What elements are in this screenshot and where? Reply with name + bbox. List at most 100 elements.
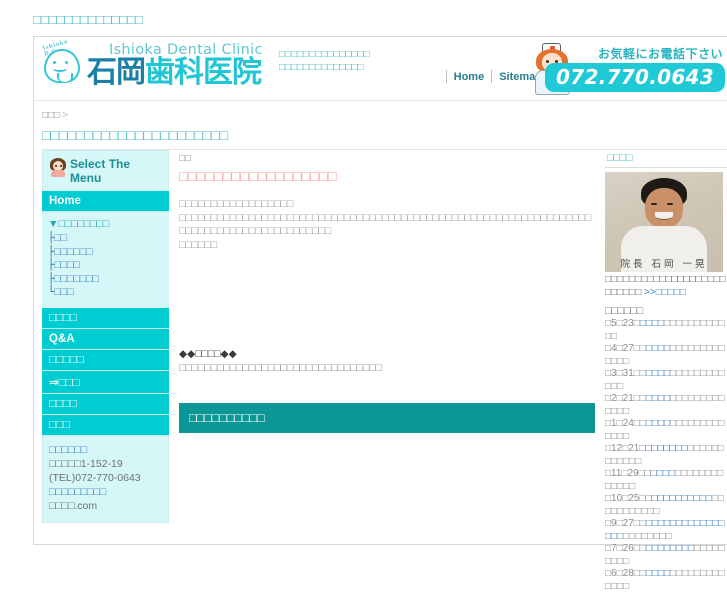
news-link[interactable]: □□□□ (640, 318, 664, 329)
sidebar-item-5[interactable]: □□□ (42, 414, 169, 436)
sidebar-item-0[interactable]: □□□□ (42, 307, 169, 329)
tooth-smile (53, 65, 67, 72)
page-top-title: □□□□□□□□□□□□□□ (33, 12, 143, 27)
news-list: □5□23□□□□□□□□□□□□□□□□□ □4□27□□□□□□□□□□□□… (605, 318, 727, 593)
news-link[interactable]: □□□□ (646, 393, 670, 404)
content-mid-block: ◆◆□□□□◆◆ □□□□□□□□□□□□□□□□□□□□□□□□□□□□□□□… (179, 348, 595, 375)
tooth-eye-left (53, 61, 56, 64)
news-rest: □□□□□□□□□ (617, 530, 672, 542)
content-body-line-2: □□□□□□□□□□□□□□□□□□□□□□□□□□□□□□□□□□□□□□□□… (179, 211, 592, 238)
sidebar-item-4[interactable]: □□□□ (42, 393, 169, 415)
main-content: □□ □□□□□□□□□□□□□□□□□□ □□□□□□□□□□□□□□□□□□… (169, 150, 605, 433)
submenu-item-label: □□□□□□□ (54, 272, 99, 285)
portrait-caption: 院長 石岡 一晃 (620, 259, 708, 270)
news-item[interactable]: □7□26□□□□□□□□□□□□□□□□□□□ (605, 543, 727, 568)
address-site-url: □□□□.com (49, 499, 98, 512)
divider (445, 70, 447, 83)
call-invitation-text: お気軽にお電話下さい (597, 47, 723, 61)
content-body: □□□□□□□□□□□□□□□□□□ □□□□□□□□□□□□□□□□□□□□□… (179, 198, 595, 252)
address-tel: (TEL)072-770-0643 (49, 471, 141, 484)
content-eyebrow: □□ (179, 153, 192, 164)
girl-avatar-icon (49, 157, 67, 177)
section-header-bar: □□□□□□□□□□ (179, 403, 595, 433)
logo-english-name: Ishioka Dental Clinic (109, 41, 263, 58)
site-header: Ishioka D.C. Ishioka Dental Clinic 石岡歯科医… (34, 37, 727, 101)
submenu-header-label: □□□□□□□□ (58, 218, 110, 230)
address-street: □□□□□1-152-19 (49, 457, 123, 470)
breadcrumb-separator: > (62, 110, 68, 121)
news-date: □11□29□□ (605, 468, 651, 479)
content-body-line-1: □□□□□□□□□□□□□□□□□□ (179, 198, 294, 210)
header-nav-links: Home Sitemap (445, 70, 542, 83)
director-portrait-image: 院長 石岡 一晃 (605, 172, 723, 272)
news-link[interactable]: □□□□ (646, 343, 670, 354)
sidebar-item-qa[interactable]: Q&A (42, 328, 169, 350)
sidebar-item-2[interactable]: □□□□□ (42, 349, 169, 371)
clinic-tagline: □□□□□□□□□□□□□□□ □□□□□□□□□□□□□□ (279, 48, 370, 74)
news-link[interactable]: □□□□ (646, 418, 670, 429)
logo-jp-dark: 石岡 (87, 56, 146, 89)
breadcrumb: □□□ > (42, 110, 727, 121)
news-item[interactable]: □10□25□□□□□□□□□□□□□□□□□□□□□□□ (605, 493, 727, 518)
news-item[interactable]: □4□27□□□□□□□□□□□□□□□□□□□ (605, 343, 727, 368)
news-date: □6□28□□ (605, 568, 646, 579)
breadcrumb-home-link[interactable]: □□□ (42, 110, 60, 121)
news-item[interactable]: □6□28□□□□□□□□□□□□□□□□□□□ (605, 568, 727, 593)
address-clinic-name: □□□□□□ (49, 443, 88, 456)
right-sidebar: □□□□ 院長 石岡 一晃 □□□□□□□□□□□□□□□□□□□□□□□□□□… (605, 150, 727, 593)
chevron-down-icon: ▼ (48, 218, 59, 230)
news-link[interactable]: □□□□ (646, 368, 670, 379)
logo-japanese-name: 石岡歯科医院 (87, 58, 263, 88)
submenu-item-1[interactable]: ├□□□□□□ (48, 246, 169, 260)
menu-card-header: Select The Menu (43, 151, 168, 190)
submenu-item-4[interactable]: └□□□ (48, 286, 169, 300)
phone-number-badge[interactable]: 072.770.0643 (545, 63, 725, 92)
tooth-eye-right (65, 61, 68, 64)
director-desc-line-1: □□□□□□□□□□□□□□□□□ (605, 274, 708, 285)
news-section-header: □□□□□□ (605, 305, 644, 317)
news-link[interactable]: □□□□ (651, 468, 675, 479)
submenu-item-2[interactable]: ├□□□□ (48, 259, 169, 273)
site-frame: Ishioka D.C. Ishioka Dental Clinic 石岡歯科医… (33, 36, 727, 592)
news-item[interactable]: □9□27□□□□□□□□□□□□□□□□□□□□□□□□□□ (605, 518, 727, 543)
left-sidebar: Select The Menu Home ▼□□□□□□□□ ├□□ ├□□□□… (34, 150, 169, 523)
submenu-item-label: □□□ (54, 286, 74, 298)
smiling-tooth-logo-icon: Ishioka D.C. (41, 39, 85, 88)
sidebar-item-home[interactable]: Home (42, 191, 169, 212)
director-detail-link[interactable]: □□□□□ (656, 287, 686, 298)
news-item[interactable]: □3□31□□□□□□□□□□□□□□□□□□ (605, 368, 727, 393)
submenu-item-label: □□ (54, 232, 68, 244)
news-link[interactable]: □□□□□□□□□□ (651, 493, 711, 504)
news-item[interactable]: □11□29□□□□□□□□□□□□□□□□□□□ (605, 468, 727, 493)
sidebar-item-3[interactable]: ⇒□□□ (42, 370, 169, 394)
logo-text-block: Ishioka Dental Clinic 石岡歯科医院 (87, 41, 263, 89)
submenu-header: ▼□□□□□□□□ (48, 218, 169, 230)
menu-card: Select The Menu (42, 150, 169, 191)
nurse-eye-left (546, 60, 549, 63)
news-date: □12□21□ (605, 443, 646, 454)
header-link-home[interactable]: Home (454, 71, 485, 83)
news-date: □9□27□□ (605, 518, 646, 529)
sidebar-submenu: ▼□□□□□□□□ ├□□ ├□□□□□□ ├□□□□ ├□□□□□□□ └□□… (42, 212, 169, 308)
news-item[interactable]: □5□23□□□□□□□□□□□□□□□□□ (605, 318, 727, 343)
submenu-item-label: □□□□ (54, 259, 80, 271)
news-date: □5□23□ (605, 318, 640, 329)
content-mid-text: □□□□□□□□□□□□□□□□□□□□□□□□□□□□□□□□ (179, 361, 382, 374)
content-title: □□□□□□□□□□□□□□□□□□ (179, 169, 337, 185)
content-mid-heading: ◆◆□□□□◆◆ (179, 348, 237, 360)
news-link[interactable]: □□□□ (646, 568, 670, 579)
submenu-item-0[interactable]: ├□□ (48, 232, 169, 246)
news-link[interactable]: □□□□□□□ (645, 443, 687, 454)
arrow-marker: >> (644, 286, 656, 298)
news-item[interactable]: □1□24□□□□□□□□□□□□□□□□□□□ (605, 418, 727, 443)
right-sidebar-header: □□□□ (605, 150, 727, 168)
address-site-label: □□□□□□□□□ (49, 485, 107, 498)
body-columns: Select The Menu Home ▼□□□□□□□□ ├□□ ├□□□□… (34, 150, 727, 593)
news-date: □4□27□□ (605, 343, 646, 354)
news-date: □2□21□□ (605, 393, 646, 404)
news-item[interactable]: □2□21□□□□□□□□□□□□□□□□□□□ (605, 393, 727, 418)
submenu-item-3[interactable]: ├□□□□□□□ (48, 273, 169, 287)
menu-card-title: Select The Menu (70, 157, 131, 185)
site-logo[interactable]: Ishioka D.C. Ishioka Dental Clinic 石岡歯科医… (41, 39, 263, 89)
news-item[interactable]: □12□21□□□□□□□□□□□□□□□□□□□□ (605, 443, 727, 468)
